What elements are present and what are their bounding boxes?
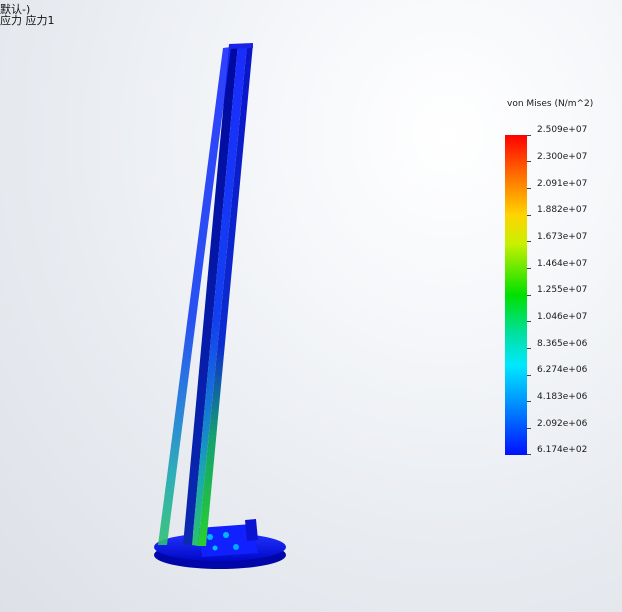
legend-tick (527, 428, 531, 429)
legend-label: 1.464e+07 (537, 259, 588, 269)
legend-label: 4.183e+06 (537, 392, 588, 402)
graphics-viewport[interactable]: 默认-) 应力 应力1 von Mises (N/m^2) 2.509e+07 … (0, 0, 622, 612)
legend-tick (527, 401, 531, 402)
legend-tick (527, 135, 531, 136)
legend-label-min: 6.174e+02 (537, 445, 588, 455)
legend-tick (527, 348, 531, 349)
legend-label: 2.092e+06 (537, 419, 588, 429)
legend-tick (527, 215, 531, 216)
stress-model-render[interactable] (0, 0, 622, 612)
legend-label: 8.365e+06 (537, 339, 588, 349)
legend-tick (527, 188, 531, 189)
bolt-hole (233, 544, 239, 550)
legend-label: 1.673e+07 (537, 232, 588, 242)
legend-label-max: 2.509e+07 (537, 125, 588, 135)
legend-tick (527, 375, 531, 376)
legend-label: 1.255e+07 (537, 285, 588, 295)
legend-tick (527, 295, 531, 296)
bolt-hole (223, 532, 229, 538)
legend-tick (527, 454, 531, 455)
bracket-tab (245, 519, 258, 541)
legend-tick (527, 241, 531, 242)
legend-tick (527, 268, 531, 269)
column-top-cap (229, 43, 253, 49)
legend-label: 6.274e+06 (537, 365, 588, 375)
bolt-hole (207, 534, 213, 540)
stress-colorbar (505, 135, 527, 455)
legend-tick (527, 321, 531, 322)
legend-title: von Mises (N/m^2) (507, 99, 594, 109)
legend-label: 2.091e+07 (537, 179, 588, 189)
legend-label: 2.300e+07 (537, 152, 588, 162)
legend-label: 1.046e+07 (537, 312, 588, 322)
legend-tick (527, 161, 531, 162)
bolt-hole (212, 545, 218, 551)
legend-label: 1.882e+07 (537, 205, 588, 215)
